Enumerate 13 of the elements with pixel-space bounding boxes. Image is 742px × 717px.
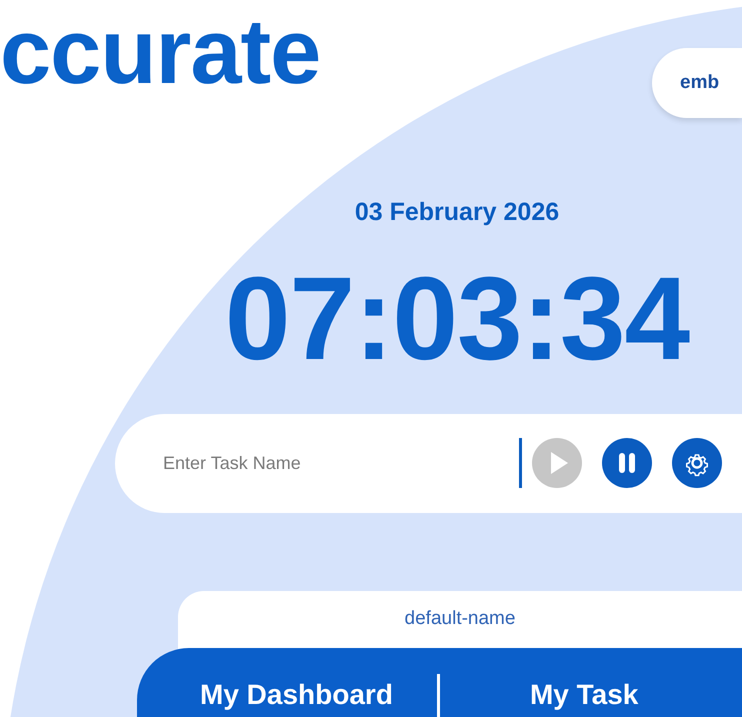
settings-button[interactable] <box>672 438 722 488</box>
user-name: default-name <box>404 608 516 628</box>
clock-time: 07:03:34 <box>224 260 690 378</box>
pause-icon <box>619 453 635 473</box>
date-text: 03 February 2026 <box>354 197 560 228</box>
nav-tab[interactable]: My Task <box>530 674 638 716</box>
play-icon <box>551 452 568 474</box>
pause-button[interactable] <box>602 438 652 488</box>
nav-tab[interactable]: My Dashboard <box>200 674 393 716</box>
profile-button[interactable]: emb <box>652 48 742 118</box>
page-heading: ccurate <box>0 6 320 98</box>
task-name-field[interactable]: Enter Task Name <box>115 448 474 478</box>
settings-icon <box>686 454 708 476</box>
